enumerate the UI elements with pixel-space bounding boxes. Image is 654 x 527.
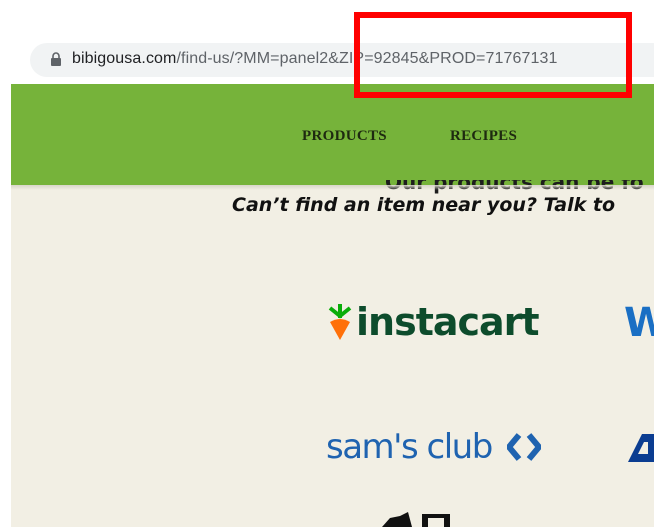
instacart-logo[interactable]: instacart bbox=[356, 300, 540, 344]
sams-club-diamond-icon bbox=[507, 433, 541, 461]
retailer-logo-partial[interactable] bbox=[382, 512, 502, 527]
nav-recipes[interactable]: RECIPES bbox=[450, 128, 517, 145]
walmart-logo-partial[interactable]: W bbox=[624, 300, 654, 346]
instacart-carrot-icon bbox=[328, 304, 352, 340]
nav-products[interactable]: PRODUCTS bbox=[302, 128, 387, 145]
sams-club-logo[interactable]: sam's club bbox=[326, 427, 493, 467]
lock-icon[interactable] bbox=[50, 52, 62, 66]
highlight-box bbox=[354, 12, 632, 98]
contact-prompt: Can’t find an item near you? Talk to bbox=[232, 194, 616, 216]
albertsons-logo-icon[interactable] bbox=[626, 430, 654, 464]
header-shadow bbox=[11, 185, 654, 190]
url-domain: bibigousa.com bbox=[72, 50, 177, 67]
find-us-content bbox=[11, 185, 654, 527]
